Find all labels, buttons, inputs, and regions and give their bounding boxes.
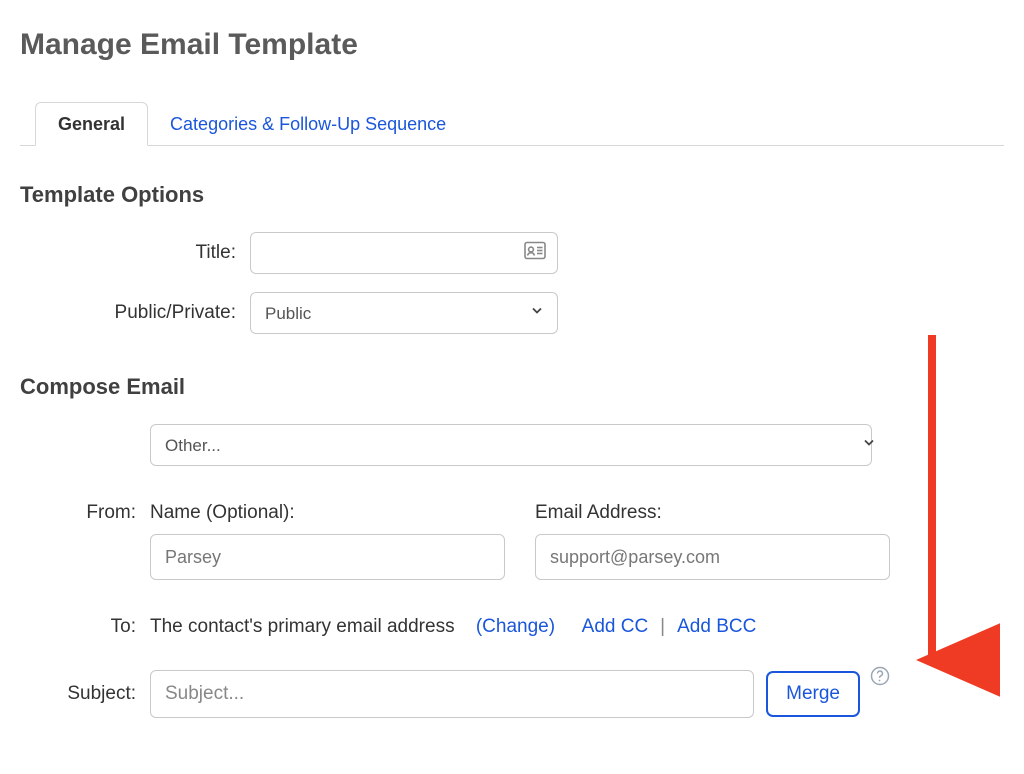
- template-options-heading: Template Options: [20, 182, 1004, 208]
- visibility-label: Public/Private:: [20, 302, 250, 324]
- tab-general[interactable]: General: [35, 102, 148, 146]
- compose-email-heading: Compose Email: [20, 374, 1004, 400]
- separator: |: [656, 616, 669, 638]
- subject-label: Subject:: [20, 683, 150, 705]
- section-compose-email: Compose Email Other... From: Name (Optio…: [20, 374, 1004, 718]
- add-cc-link[interactable]: Add CC: [582, 616, 649, 638]
- from-label: From:: [20, 496, 150, 524]
- id-card-icon: [524, 242, 546, 265]
- from-name-label: Name (Optional):: [150, 502, 505, 524]
- from-name-input[interactable]: [150, 534, 505, 580]
- add-bcc-link[interactable]: Add BCC: [677, 616, 756, 638]
- page-title: Manage Email Template: [20, 28, 1004, 62]
- to-change-link[interactable]: (Change): [476, 616, 555, 638]
- title-label: Title:: [20, 242, 250, 264]
- compose-other-select[interactable]: Other...: [150, 424, 872, 466]
- help-icon[interactable]: [870, 666, 890, 691]
- section-template-options: Template Options Title:: [20, 182, 1004, 334]
- to-primary-text: The contact's primary email address: [150, 616, 455, 638]
- tab-categories-followup[interactable]: Categories & Follow-Up Sequence: [148, 103, 468, 145]
- visibility-select[interactable]: Public: [250, 292, 558, 334]
- title-input[interactable]: [250, 232, 558, 274]
- merge-button[interactable]: Merge: [766, 671, 860, 717]
- from-email-label: Email Address:: [535, 502, 890, 524]
- tab-bar: General Categories & Follow-Up Sequence: [20, 102, 1004, 146]
- subject-input[interactable]: [150, 670, 754, 718]
- from-email-input[interactable]: [535, 534, 890, 580]
- to-label: To:: [20, 610, 150, 638]
